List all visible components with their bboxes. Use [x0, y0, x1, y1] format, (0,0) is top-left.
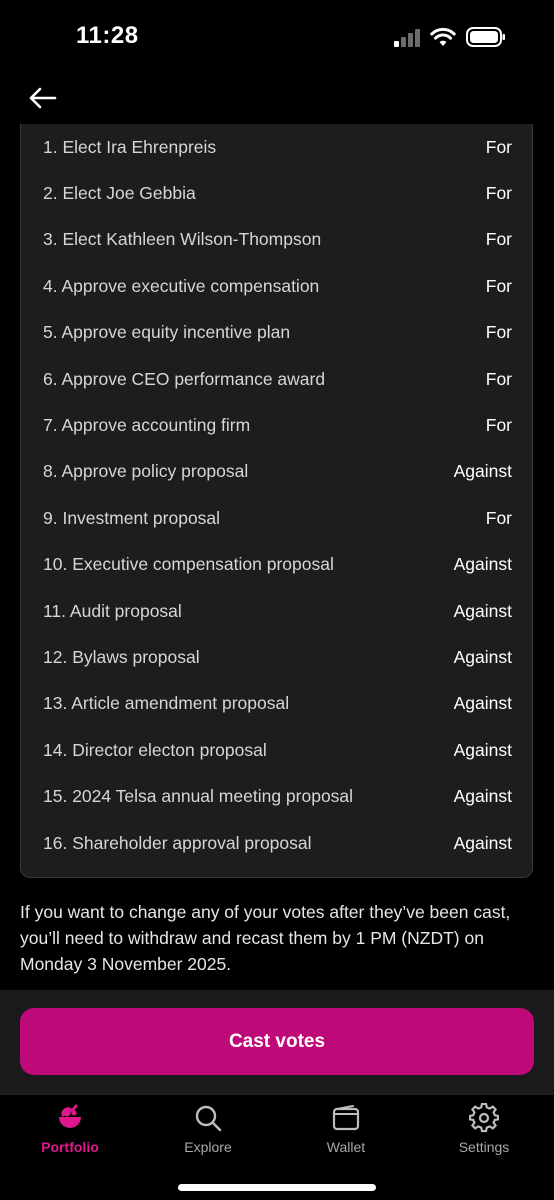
vote-choice: Against: [453, 646, 512, 667]
proposal-label: 1. Elect Ira Ehrenpreis: [43, 136, 217, 157]
back-button[interactable]: [24, 80, 60, 116]
tab-label: Settings: [458, 1139, 510, 1155]
vote-choice: For: [485, 136, 512, 157]
tab-wallet[interactable]: Wallet: [286, 1095, 406, 1165]
tab-label: Explore: [184, 1139, 232, 1155]
vote-row: 14. Director electon proposal Against: [21, 727, 534, 773]
vote-choice: For: [485, 414, 512, 435]
vote-row: 15. 2024 Telsa annual meeting proposal A…: [21, 774, 534, 820]
tab-label: Portfolio: [41, 1139, 99, 1155]
status-bar: 11:28: [0, 0, 554, 76]
gear-icon: [469, 1103, 499, 1133]
tab-label: Wallet: [326, 1139, 366, 1155]
vote-choice: For: [485, 275, 512, 296]
proposal-label: 5. Approve equity incentive plan: [43, 322, 291, 343]
vote-choice: For: [485, 182, 512, 203]
proposal-label: 15. 2024 Telsa annual meeting proposal: [43, 786, 354, 807]
tab-explore[interactable]: Explore: [148, 1095, 268, 1165]
tab-settings[interactable]: Settings: [424, 1095, 544, 1165]
vote-choice: Against: [453, 832, 512, 853]
vote-choice: For: [485, 368, 512, 389]
cast-votes-button[interactable]: Cast votes: [20, 1008, 534, 1075]
proposal-label: 2. Elect Joe Gebbia: [43, 182, 196, 203]
vote-row: 2. Elect Joe Gebbia For: [21, 170, 534, 216]
vote-row: 4. Approve executive compensation For: [21, 263, 534, 309]
vote-choice: For: [485, 507, 512, 528]
proposal-label: 8. Approve policy proposal: [43, 461, 249, 482]
vote-row: 7. Approve accounting firm For: [21, 402, 534, 448]
tab-portfolio[interactable]: Portfolio: [10, 1095, 130, 1165]
proposal-label: 9. Investment proposal: [43, 507, 221, 528]
vote-choice: Against: [453, 554, 512, 575]
vote-choice: Against: [453, 600, 512, 621]
vote-row: 3. Elect Kathleen Wilson-Thompson For: [21, 217, 534, 263]
proposal-label: 12. Bylaws proposal: [43, 646, 200, 667]
vote-row: 9. Investment proposal For: [21, 495, 534, 541]
vote-review-screen: 11:28 1. Elect Ira Ehrenpreis For 2. Ele…: [0, 0, 554, 1200]
vote-choice: Against: [453, 739, 512, 760]
proposal-label: 6. Approve CEO performance award: [43, 368, 326, 389]
vote-row: 11. Audit proposal Against: [21, 588, 534, 634]
proposal-label: 13. Article amendment proposal: [43, 693, 290, 714]
withdraw-deadline-notice: If you want to change any of your votes …: [20, 902, 511, 974]
proposal-label: 7. Approve accounting firm: [43, 414, 251, 435]
vote-choice: Against: [453, 693, 512, 714]
vote-choice: Against: [453, 786, 512, 807]
proposal-label: 14. Director electon proposal: [43, 739, 267, 760]
vote-row: 10. Executive compensation proposal Agai…: [21, 542, 534, 588]
wifi-icon: [430, 27, 456, 46]
proposal-label: 16. Shareholder approval proposal: [43, 832, 312, 853]
vote-row: 5. Approve equity incentive plan For: [21, 310, 534, 356]
arrow-left-icon: [29, 87, 57, 109]
vote-row: 6. Approve CEO performance award For: [21, 356, 534, 402]
votes-list: 1. Elect Ira Ehrenpreis For 2. Elect Joe…: [20, 124, 533, 878]
proposal-label: 11. Audit proposal: [43, 600, 182, 621]
vote-choice: For: [485, 322, 512, 343]
vote-row: 1. Elect Ira Ehrenpreis For: [21, 124, 534, 170]
status-time: 11:28: [76, 22, 139, 49]
wallet-icon: [332, 1105, 360, 1131]
cellular-signal-icon: [394, 29, 420, 47]
proposal-label: 10. Executive compensation proposal: [43, 554, 334, 575]
home-indicator: [178, 1184, 376, 1191]
vote-choice: Against: [453, 461, 512, 482]
vote-row: 8. Approve policy proposal Against: [21, 449, 534, 495]
battery-icon: [466, 27, 505, 47]
vote-row: 13. Article amendment proposal Against: [21, 681, 534, 727]
portfolio-icon: [59, 1104, 81, 1128]
search-icon: [195, 1105, 222, 1132]
vote-row: 12. Bylaws proposal Against: [21, 634, 534, 680]
proposal-label: 3. Elect Kathleen Wilson-Thompson: [43, 229, 322, 250]
vote-choice: For: [485, 229, 512, 250]
proposal-label: 4. Approve executive compensation: [43, 275, 320, 296]
vote-row: 16. Shareholder approval proposal Agains…: [21, 820, 534, 866]
